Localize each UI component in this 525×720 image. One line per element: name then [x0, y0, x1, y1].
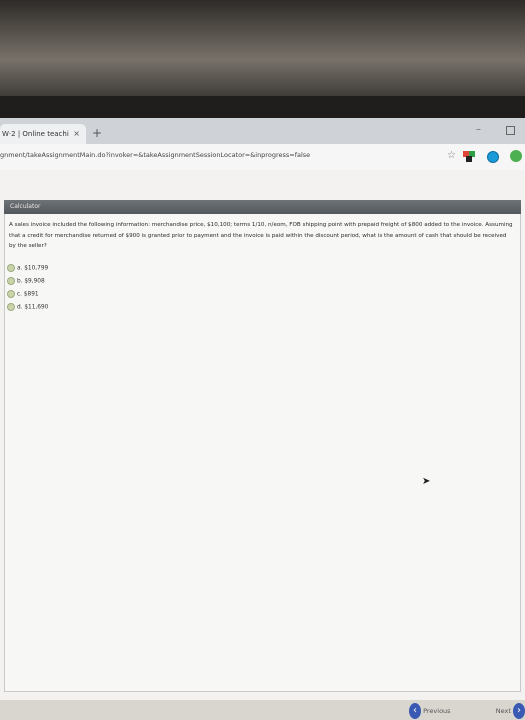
next-label: Next: [495, 707, 511, 715]
tab-bar: W·2 | Online teachi × + –: [0, 118, 525, 144]
option-d[interactable]: d. $11,690: [7, 303, 48, 311]
extension-circle-icon[interactable]: [487, 151, 499, 163]
radio-icon[interactable]: [7, 277, 15, 285]
bookmark-star-icon[interactable]: ☆: [447, 150, 456, 161]
radio-icon[interactable]: [7, 303, 15, 311]
new-tab-button[interactable]: +: [92, 126, 102, 140]
tab-online-teaching[interactable]: W·2 | Online teachi ×: [0, 124, 86, 144]
address-bar[interactable]: gnment/takeAssignmentMain.do?invoker=&ta…: [0, 144, 525, 171]
option-label: d. $11,690: [17, 304, 49, 311]
option-label: b. $9,908: [17, 278, 45, 285]
option-a[interactable]: a. $10,799: [7, 264, 48, 272]
option-label: c. $891: [17, 291, 39, 298]
browser-window: W·2 | Online teachi × + – gnment/takeAss…: [0, 118, 525, 719]
question-text: A sales invoice included the following i…: [9, 222, 513, 249]
option-c[interactable]: c. $891: [7, 290, 39, 298]
page-content: Calculator A sales invoice included the …: [0, 170, 525, 719]
option-b[interactable]: b. $9,908: [7, 277, 45, 285]
radio-icon[interactable]: [7, 264, 15, 272]
radio-icon[interactable]: [7, 290, 15, 298]
mouse-cursor-icon: ➤: [422, 476, 431, 487]
minimize-icon[interactable]: –: [476, 124, 481, 135]
option-label: a. $10,799: [17, 265, 49, 272]
previous-label: Previous: [423, 707, 451, 715]
tab-title: W·2 | Online teachi: [2, 130, 69, 138]
background-wall: [0, 0, 525, 100]
previous-button[interactable]: ‹ Previous: [409, 702, 467, 720]
maximize-icon[interactable]: [506, 126, 515, 135]
chevron-left-icon: ‹: [409, 703, 421, 719]
chevron-right-icon: ›: [513, 703, 525, 719]
tab-close-icon[interactable]: ×: [73, 124, 80, 144]
extension-icon[interactable]: [462, 150, 476, 163]
profile-avatar-icon[interactable]: [510, 150, 522, 162]
question-panel: A sales invoice included the following i…: [4, 214, 525, 719]
monitor-bezel: [0, 96, 525, 120]
url-text[interactable]: gnment/takeAssignmentMain.do?invoker=&ta…: [0, 151, 310, 159]
next-button[interactable]: Next ›: [475, 702, 525, 720]
calculator-label[interactable]: Calculator: [10, 203, 40, 210]
calculator-bar[interactable]: Calculator: [4, 200, 521, 214]
